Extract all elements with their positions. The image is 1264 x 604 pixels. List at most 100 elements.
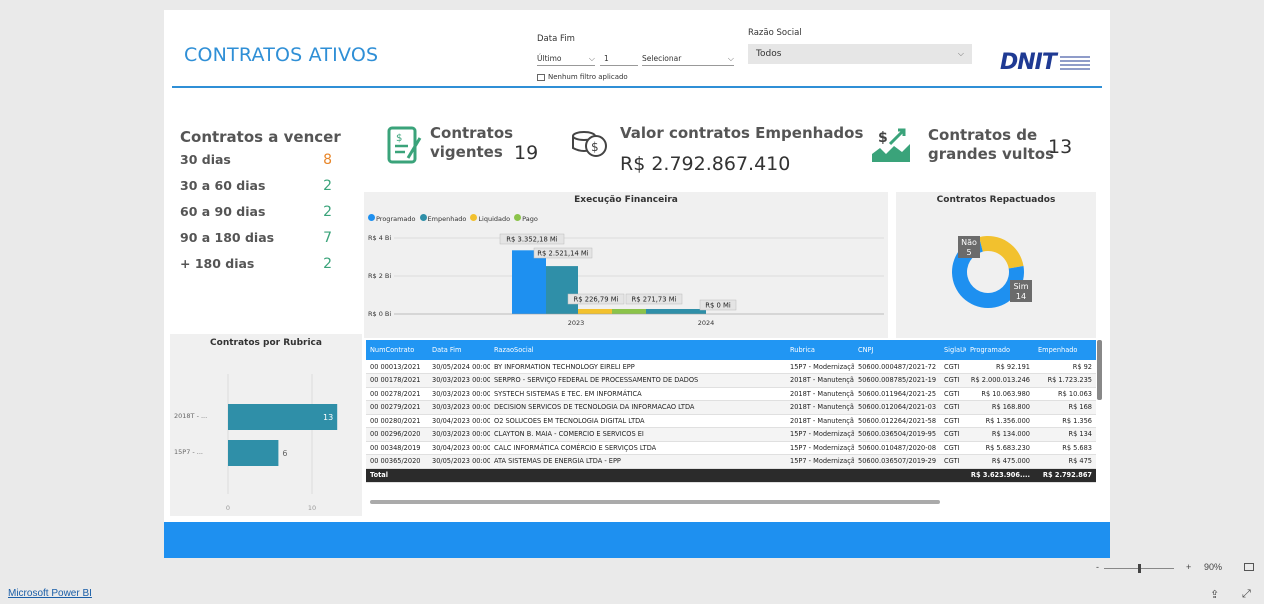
table-row[interactable]: 00 00279/202130/03/2023 00:00:00DECISION… — [366, 400, 1096, 415]
vigentes-value: 19 — [514, 142, 539, 164]
powerbi-link[interactable]: Microsoft Power BI — [8, 588, 92, 599]
table-total-row: Total R$ 3.623.906.... R$ 2.792.867 — [366, 468, 1096, 483]
table-cell: 00 00348/2019 — [366, 441, 428, 455]
data-label: R$ 226,79 Mi — [574, 296, 619, 304]
total-programado: R$ 3.623.906.... — [966, 468, 1034, 483]
table-cell: CGTI — [940, 373, 966, 388]
y-tick-label: R$ 4 Bi — [368, 234, 391, 242]
period-select[interactable]: Último ⌵ — [537, 52, 595, 66]
table-cell: 00 00280/2021 — [366, 414, 428, 428]
table-cell: CGTI — [940, 454, 966, 469]
razao-select[interactable]: Todos ⌵ — [748, 44, 972, 64]
report-canvas: CONTRATOS ATIVOS Data Fim Último ⌵ 1 Sel… — [164, 10, 1110, 558]
table-cell: R$ 134.000 — [966, 427, 1034, 442]
table-cell: 30/04/2023 00:00:00 — [428, 414, 490, 428]
table-cell: 00 00278/2021 — [366, 387, 428, 401]
vencer-value: 8 — [323, 152, 332, 168]
col-header[interactable]: SiglaUO — [940, 340, 966, 360]
col-header[interactable]: CNPJ — [854, 340, 940, 360]
svg-text:$: $ — [591, 140, 599, 154]
col-header[interactable]: RazaoSocial — [490, 340, 786, 360]
table-row[interactable]: 00 00278/202130/03/2023 00:00:00SYSTECH … — [366, 387, 1096, 401]
table-cell: R$ 475 — [1034, 454, 1096, 469]
zoom-in-button[interactable]: + — [1186, 562, 1191, 572]
table-row[interactable]: 00 00178/202130/03/2023 00:00:00SERPRO -… — [366, 373, 1096, 388]
table-cell: 30/03/2023 00:00:00 — [428, 387, 490, 401]
total-label: Total — [366, 468, 428, 483]
header-divider — [172, 86, 1102, 88]
table-cell: R$ 134 — [1034, 427, 1096, 442]
chevron-down-icon: ⌵ — [588, 54, 595, 63]
table-cell: R$ 5.683 — [1034, 441, 1096, 455]
table-cell: 30/05/2023 00:00:00 — [428, 454, 490, 469]
table-row[interactable]: 00 00365/202030/05/2023 00:00:00ATA SIST… — [366, 454, 1096, 469]
data-label: 6 — [282, 449, 287, 458]
col-header[interactable]: Data Fim — [428, 340, 490, 360]
donut-slice-não — [979, 236, 1024, 269]
bar-pago — [612, 309, 646, 314]
share-icon[interactable]: ⇪ — [1210, 588, 1219, 601]
table-row[interactable]: 00 00013/202130/05/2024 00:00:00BY INFOR… — [366, 360, 1096, 374]
zoom-slider-thumb[interactable] — [1138, 564, 1141, 573]
horizontal-scrollbar[interactable] — [370, 500, 940, 504]
table-cell: 30/03/2023 00:00:00 — [428, 427, 490, 442]
vultos-line1: Contratos de — [928, 126, 1038, 144]
unit-select[interactable]: Selecionar ⌵ — [642, 52, 734, 66]
col-header[interactable]: NumContrato — [366, 340, 428, 360]
col-header[interactable]: Programado — [966, 340, 1034, 360]
vencer-label: 30 dias — [180, 152, 231, 167]
data-fim-label: Data Fim — [537, 34, 575, 44]
table-cell: CLAYTON B. MAIA - COMERCIO E SERVICOS EI — [490, 427, 786, 442]
page-title: CONTRATOS ATIVOS — [184, 44, 379, 66]
donut-value: 5 — [966, 248, 971, 257]
fit-page-icon[interactable] — [1244, 563, 1254, 571]
table-cell: CGTI — [940, 387, 966, 401]
col-header[interactable]: Empenhado — [1034, 340, 1096, 360]
execucao-chart-panel: Execução Financeira Programado Empenhado… — [364, 192, 888, 338]
table-cell: CGTI — [940, 414, 966, 428]
data-label: R$ 271,73 Mi — [632, 296, 677, 304]
donut-label: Sim — [1013, 282, 1028, 291]
table-cell: 15P7 - Modernização — [786, 454, 854, 469]
table-cell: R$ 1.356 — [1034, 414, 1096, 428]
logo-text: DNIT — [1000, 50, 1057, 75]
table-cell: 00 00013/2021 — [366, 360, 428, 374]
table-row[interactable]: 00 00296/202030/03/2023 00:00:00CLAYTON … — [366, 427, 1096, 442]
bar-programado — [512, 250, 546, 314]
table-cell: ATA SISTEMAS DE ENERGIA LTDA - EPP — [490, 454, 786, 469]
table-cell: SERPRO - SERVIÇO FEDERAL DE PROCESSAMENT… — [490, 373, 786, 388]
no-filter-text: Nenhum filtro aplicado — [548, 73, 628, 81]
zoom-out-button[interactable]: - — [1096, 562, 1099, 572]
y-tick-label: R$ 2 Bi — [368, 272, 391, 280]
vencer-value: 7 — [323, 230, 332, 246]
table-row[interactable]: 00 00280/202130/04/2023 00:00:00O2 SOLUC… — [366, 414, 1096, 428]
vencer-list: 30 dias 8 30 a 60 dias 2 60 a 90 dias 2 … — [180, 152, 332, 282]
table-cell: R$ 168.800 — [966, 400, 1034, 415]
vencer-row: 60 a 90 dias 2 — [180, 204, 332, 230]
total-cell — [854, 468, 940, 483]
vertical-scrollbar[interactable] — [1097, 340, 1102, 400]
vultos-value: 13 — [1048, 136, 1073, 158]
count-input[interactable]: 1 — [600, 52, 638, 66]
vigentes-title: Contratos vigentes — [430, 124, 513, 162]
fullscreen-icon[interactable]: ⤢ — [1242, 587, 1251, 601]
table-cell: 50600.010487/2020-08 — [854, 441, 940, 455]
table-cell: O2 SOLUCOES EM TECNOLOGIA DIGITAL LTDA — [490, 414, 786, 428]
col-header[interactable]: Rubrica — [786, 340, 854, 360]
x-tick-label: 2023 — [568, 319, 585, 327]
total-cell — [786, 468, 854, 483]
table-cell: 15P7 - Modernização — [786, 360, 854, 374]
vencer-label: + 180 dias — [180, 256, 255, 271]
dnit-logo: DNIT — [1000, 50, 1090, 75]
table-cell: R$ 92.191 — [966, 360, 1034, 374]
logo-mark — [1059, 55, 1090, 70]
vencer-title: Contratos a vencer — [180, 128, 341, 146]
vultos-line2: grandes vultos — [928, 145, 1054, 163]
data-label: R$ 0 Mi — [705, 302, 731, 310]
vencer-row: 30 a 60 dias 2 — [180, 178, 332, 204]
repactuados-panel: Contratos Repactuados Não 5 Sim 14 — [896, 192, 1096, 338]
contracts-table-container: NumContrato Data Fim RazaoSocial Rubrica… — [366, 340, 1096, 506]
table-row[interactable]: 00 00348/201930/04/2023 00:00:00CALC INF… — [366, 441, 1096, 455]
table-cell: 50600.011964/2021-25 — [854, 387, 940, 401]
table-cell: R$ 168 — [1034, 400, 1096, 415]
